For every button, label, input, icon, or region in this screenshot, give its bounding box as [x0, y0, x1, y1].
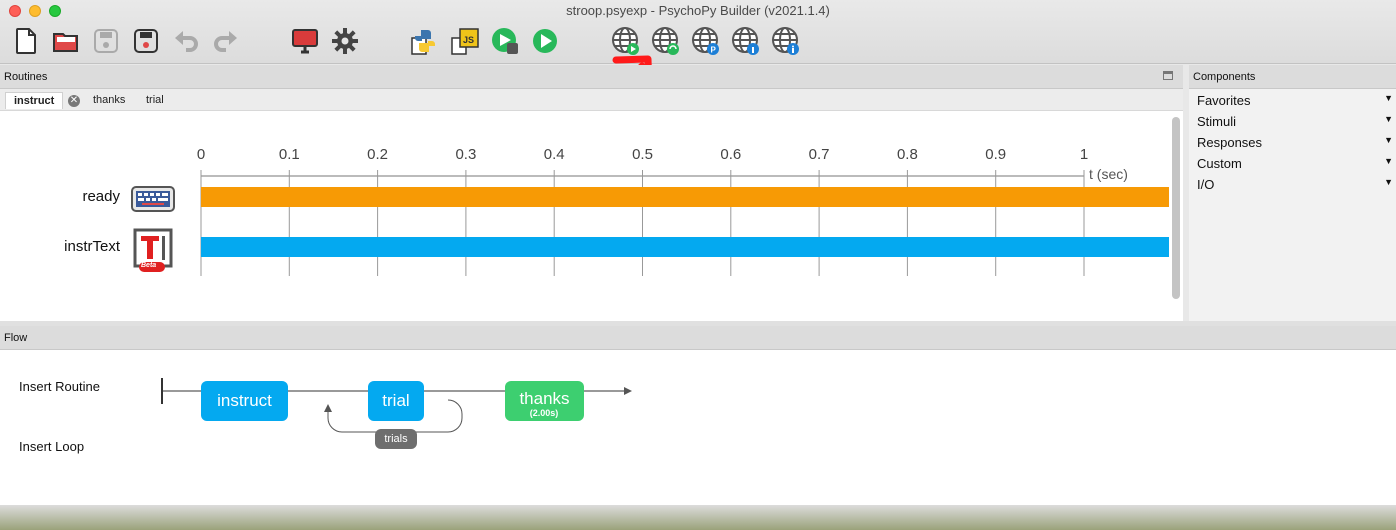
open-button[interactable] [49, 24, 83, 58]
tab-label: trial [146, 94, 164, 106]
category-favorites[interactable]: Favorites ▼ [1197, 93, 1396, 108]
project-info-button[interactable] [768, 24, 802, 58]
python-compile-icon [411, 30, 435, 55]
svg-text:P: P [711, 46, 717, 55]
category-label: I/O [1197, 177, 1215, 192]
flow-panel-header: Flow [0, 326, 1396, 350]
open-folder-icon [53, 33, 78, 52]
flow-routine-trial[interactable]: trial [368, 381, 424, 421]
routine-scrollbar[interactable] [1172, 117, 1180, 299]
flow-routine-instruct[interactable]: instruct [201, 381, 288, 421]
tab-thanks[interactable]: thanks [85, 92, 133, 109]
monitor-icon [292, 29, 318, 54]
tab-instruct[interactable]: instruct [5, 92, 64, 109]
run-pilot-icon [492, 28, 518, 54]
js-compile-icon: JS [451, 28, 479, 55]
component-ready-label[interactable]: ready [0, 188, 120, 205]
caret-down-icon: ▼ [1384, 156, 1393, 166]
tab-label: thanks [93, 94, 126, 106]
timeline-tick-label: 0.9 [985, 146, 1007, 163]
flow-header-label: Flow [4, 332, 28, 344]
component-instrText-bar[interactable] [201, 237, 1169, 257]
category-io[interactable]: I/O ▼ [1197, 177, 1396, 192]
timeline-tick-label: 0.6 [720, 146, 742, 163]
category-label: Stimuli [1197, 114, 1237, 129]
save-icon [94, 29, 118, 53]
timeline-tick-label: 0.1 [278, 146, 300, 163]
globe-pavlovia-icon: P [692, 27, 719, 55]
window-title: stroop.psyexp - PsychoPy Builder (v2021.… [566, 3, 830, 18]
insert-loop-button[interactable]: Insert Loop [19, 439, 84, 454]
svg-text:JS: JS [463, 35, 474, 45]
timeline-tick-label: 0.4 [543, 146, 565, 163]
save-button[interactable] [89, 24, 123, 58]
category-label: Favorites [1197, 93, 1251, 108]
timeline-tick-label: 0.2 [367, 146, 389, 163]
run-button[interactable] [528, 24, 562, 58]
routine-duration: (2.00s) [529, 408, 559, 418]
new-file-icon [16, 28, 36, 54]
redo-icon [214, 31, 237, 52]
timeline-tick-label: 1 [1079, 146, 1089, 163]
category-label: Responses [1197, 135, 1263, 150]
components-header-label: Components [1193, 71, 1256, 83]
timeline-tick-label: 0.3 [455, 146, 477, 163]
caret-down-icon: ▼ [1384, 93, 1393, 103]
run-icon [533, 29, 557, 53]
timeline-tick-label: 0.8 [896, 146, 918, 163]
compile-python-button[interactable] [408, 24, 442, 58]
category-stimuli[interactable]: Stimuli ▼ [1197, 114, 1396, 129]
timeline-tick-label: 0.7 [808, 146, 830, 163]
timeline-tick-label: 0.5 [632, 146, 653, 163]
pavlovia-button[interactable]: P [688, 24, 722, 58]
close-tab-icon[interactable]: ✕ [68, 95, 80, 107]
save-as-button[interactable] [129, 24, 163, 58]
pilot-run-button[interactable] [488, 24, 522, 58]
undo-icon [175, 31, 198, 52]
user-online-button[interactable] [728, 24, 762, 58]
category-responses[interactable]: Responses ▼ [1197, 135, 1396, 150]
textbox-beta-icon[interactable]: Beta [133, 228, 175, 274]
undo-button[interactable] [169, 24, 203, 58]
tab-label: instruct [14, 95, 55, 107]
panel-maximize-icon[interactable] [1163, 71, 1173, 80]
category-label: Custom [1197, 156, 1242, 171]
experiment-settings-button[interactable] [328, 24, 362, 58]
keyboard-icon[interactable] [131, 186, 175, 212]
category-custom[interactable]: Custom ▼ [1197, 156, 1396, 171]
save-as-icon [134, 29, 158, 53]
flow-loop-trials[interactable]: trials [375, 429, 417, 449]
caret-down-icon: ▼ [1384, 177, 1393, 187]
settings-gear-icon [332, 28, 358, 54]
caret-down-icon: ▼ [1384, 135, 1393, 145]
new-file-button[interactable] [9, 24, 43, 58]
routine-tabs: instruct thanks trial [0, 89, 1183, 111]
tab-trial[interactable]: trial [138, 92, 172, 109]
beta-label: Beta [141, 262, 157, 269]
redo-button[interactable] [209, 24, 243, 58]
globe-user-icon [732, 27, 759, 55]
compile-js-button[interactable]: JS [448, 24, 482, 58]
routines-header-label: Routines [4, 71, 48, 83]
component-instrText-label[interactable]: instrText [0, 238, 120, 255]
window-titlebar: stroop.psyexp - PsychoPy Builder (v2021.… [0, 0, 1396, 64]
desktop-background [0, 505, 1396, 530]
timeline-tick-label: 0 [196, 146, 206, 163]
routines-panel-header: Routines [0, 65, 1183, 89]
routine-name: thanks [519, 389, 570, 408]
insert-routine-button[interactable]: Insert Routine [19, 379, 100, 394]
monitor-center-button[interactable] [288, 24, 322, 58]
caret-down-icon: ▼ [1384, 114, 1393, 124]
component-ready-bar[interactable] [201, 187, 1169, 207]
time-unit-label: t (sec) [1089, 166, 1128, 182]
components-panel-header: Components [1189, 65, 1396, 89]
globe-info-icon [772, 27, 799, 55]
